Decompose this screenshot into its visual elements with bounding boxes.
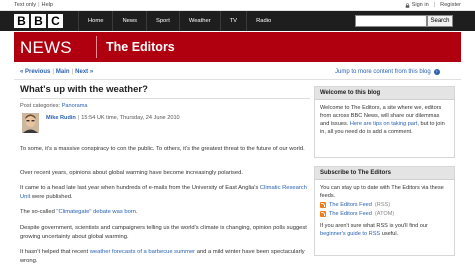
paragraph-text: The so-called [20, 209, 57, 215]
paragraph-text: It hasn't helped that recent [20, 249, 90, 255]
post-title: What's up with the weather? [20, 84, 148, 95]
text-only-link[interactable]: Text only [14, 2, 36, 8]
paragraph-text: It came to a head late last year when hu… [20, 185, 260, 191]
subscribe-intro: You can stay up to date with The Editors… [320, 185, 444, 199]
previous-link[interactable]: « Previous [20, 69, 50, 75]
blog-title[interactable]: The Editors [106, 40, 175, 54]
paragraph-text: Despite government, scientists and campa… [20, 225, 307, 240]
author-photo [22, 113, 39, 133]
post-paragraph: Despite government, scientists and campa… [20, 224, 312, 241]
utility-bar: Text only | Help Sign in | Register [0, 0, 475, 11]
subscribe-body: You can stay up to date with The Editors… [315, 180, 454, 242]
arrow-right-icon: › [433, 69, 440, 75]
bbc-logo-letter: B [31, 14, 46, 28]
feed-type: (RSS) [374, 202, 391, 208]
paragraph-text: Over recent years, opinions about global… [20, 170, 243, 176]
nav-sport[interactable]: Sport [145, 11, 179, 31]
search-form: Search [355, 15, 453, 27]
atom-feed-link[interactable]: The Editors Feed [329, 210, 372, 218]
divider [14, 79, 461, 80]
divider [20, 98, 310, 99]
paragraph-text: To some, it's a massive conspiracy to co… [20, 146, 305, 152]
author-link[interactable]: Mike Rudin [46, 115, 76, 121]
nav-tv[interactable]: TV [219, 11, 246, 31]
paragraph-text: . [135, 209, 138, 215]
subscribe-heading: Subscribe to The Editors [315, 167, 454, 180]
categories-label: Post categories: [20, 103, 61, 109]
post-categories: Post categories: Panorama [20, 103, 88, 109]
nav-weather[interactable]: Weather [178, 11, 220, 31]
bbc-logo[interactable]: B B C [14, 14, 63, 28]
bbc-global-nav: B B C Home News Sport Weather TV Radio S… [0, 11, 475, 31]
post-paragraph: It came to a head late last year when hu… [20, 184, 312, 201]
atom-feed-row[interactable]: The Editors Feed (ATOM) [320, 210, 449, 218]
register-link[interactable]: Register [440, 2, 461, 8]
nav-news[interactable]: News [112, 11, 146, 31]
separator: | [77, 115, 80, 121]
post-byline: Mike Rudin | 15:54 UK time, Thursday, 24 J… [46, 115, 180, 121]
post-timestamp: 15:54 UK time, Thursday, 24 June 2010 [81, 115, 180, 121]
post-paragraph: To some, it's a massive conspiracy to co… [20, 145, 312, 154]
rss-help-text: useful. [380, 231, 399, 237]
rss-help-text: If you aren't sure what RSS is you'll fi… [320, 223, 428, 229]
separator: | [52, 69, 54, 75]
paragraph-text: were published. [30, 193, 73, 200]
masthead-divider [96, 36, 97, 58]
help-link[interactable]: Help [42, 2, 54, 8]
post-pager: « Previous | Main | Next » [20, 69, 93, 75]
search-input[interactable] [355, 15, 427, 27]
separator: | [433, 2, 436, 8]
top-nav: Home News Sport Weather TV Radio [78, 11, 280, 31]
feed-type: (ATOM) [374, 211, 395, 217]
rss-icon [320, 211, 326, 217]
news-masthead: NEWS The Editors [14, 32, 461, 62]
nav-radio[interactable]: Radio [246, 11, 280, 31]
post-paragraph: Over recent years, opinions about global… [20, 169, 312, 178]
rss-feed-row[interactable]: The Editors Feed (RSS) [320, 201, 449, 209]
sign-in-link[interactable]: Sign in [412, 2, 429, 8]
lock-icon [405, 2, 409, 8]
rss-feed-link[interactable]: The Editors Feed [329, 201, 372, 209]
tips-link[interactable]: Here are tips on taking part [350, 121, 417, 127]
utility-right: Sign in | Register [405, 2, 461, 8]
utility-left: Text only | Help [14, 2, 53, 8]
jump-to-label: Jump to more content from this blog [335, 69, 431, 75]
separator: | [71, 69, 74, 75]
post-paragraph: The so-called "Climategate" debate was b… [20, 208, 312, 217]
post-paragraph: It hasn't helped that recent weather for… [20, 248, 312, 265]
nav-home[interactable]: Home [78, 11, 112, 31]
subscribe-box: Subscribe to The Editors You can stay up… [314, 166, 455, 256]
bbc-logo-letter: C [48, 14, 63, 28]
barbecue-summer-link[interactable]: weather forecasts of a barbecue summer [90, 249, 195, 255]
jump-to-link[interactable]: Jump to more content from this blog › [335, 69, 440, 75]
separator: | [38, 2, 40, 8]
welcome-body: Welcome to The Editors, a site where we,… [315, 100, 454, 140]
welcome-heading: Welcome to this blog [315, 87, 454, 100]
rss-guide-link[interactable]: beginner's guide to RSS [320, 231, 380, 237]
welcome-box: Welcome to this blog Welcome to The Edit… [314, 86, 455, 158]
category-link[interactable]: Panorama [62, 103, 88, 109]
next-link[interactable]: Next » [75, 69, 93, 75]
bbc-logo-letter: B [14, 14, 29, 28]
climategate-link[interactable]: "Climategate" debate was born [56, 209, 136, 215]
rss-icon [320, 202, 326, 208]
rss-help: If you aren't sure what RSS is you'll fi… [320, 222, 449, 238]
news-section-title[interactable]: NEWS [20, 38, 72, 58]
author-avatar [22, 113, 39, 133]
main-link[interactable]: Main [56, 69, 70, 75]
search-button[interactable]: Search [427, 15, 453, 27]
